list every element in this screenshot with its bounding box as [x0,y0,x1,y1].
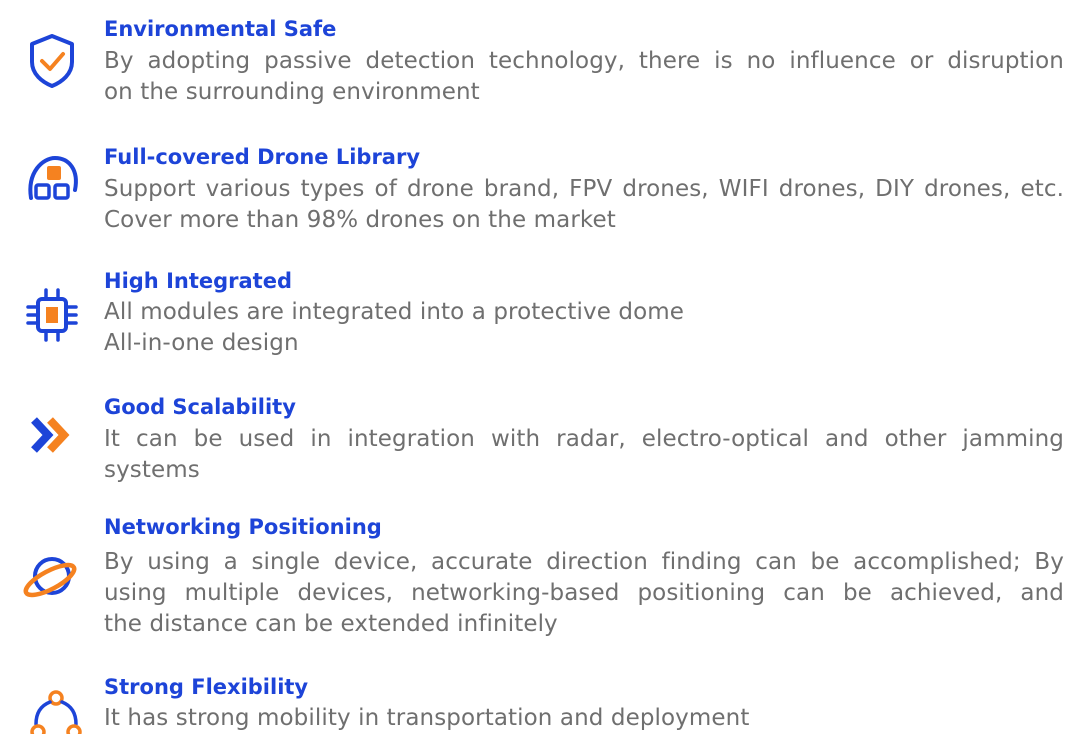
shield-check-icon [22,30,82,90]
feature-description: Support various types of drone brand, FP… [104,174,1064,236]
description-line: Support various types of drone brand, FP… [104,176,1064,202]
feature-description: By using a single device, accurate direc… [104,547,1064,640]
description-line: All-in-one design [104,330,299,356]
description-line: on the surrounding environment [104,79,480,105]
description-line: It has strong mobility in transportation… [104,705,750,731]
feature-description: All modules are integrated into a protec… [104,297,1064,359]
feature-title: High Integrated [104,269,292,293]
feature-description: By adopting passive detection technology… [104,46,1064,108]
description-line: using multiple devices, networking-based… [104,580,1064,606]
description-line: systems [104,457,200,483]
orbit-globe-icon [20,548,80,608]
feature-description: It can be used in integration with radar… [104,424,1064,486]
description-line: All modules are integrated into a protec… [104,299,685,325]
chip-icon [22,285,82,345]
feature-title: Networking Positioning [104,515,382,539]
description-line: By adopting passive detection technology… [104,48,1064,74]
feature-description: It has strong mobility in transportation… [104,703,1064,734]
feature-title: Full-covered Drone Library [104,145,421,169]
description-line: Cover more than 98% drones on the market [104,207,616,233]
feature-title: Environmental Safe [104,17,337,41]
network-nodes-icon [26,690,86,734]
drone-library-icon [23,150,83,210]
feature-title: Strong Flexibility [104,675,309,699]
description-line: the distance can be extended infinitely [104,611,558,637]
description-line: By using a single device, accurate direc… [104,549,1064,575]
feature-title: Good Scalability [104,395,296,419]
description-line: It can be used in integration with radar… [104,426,1064,452]
double-chevron-icon [24,406,84,466]
